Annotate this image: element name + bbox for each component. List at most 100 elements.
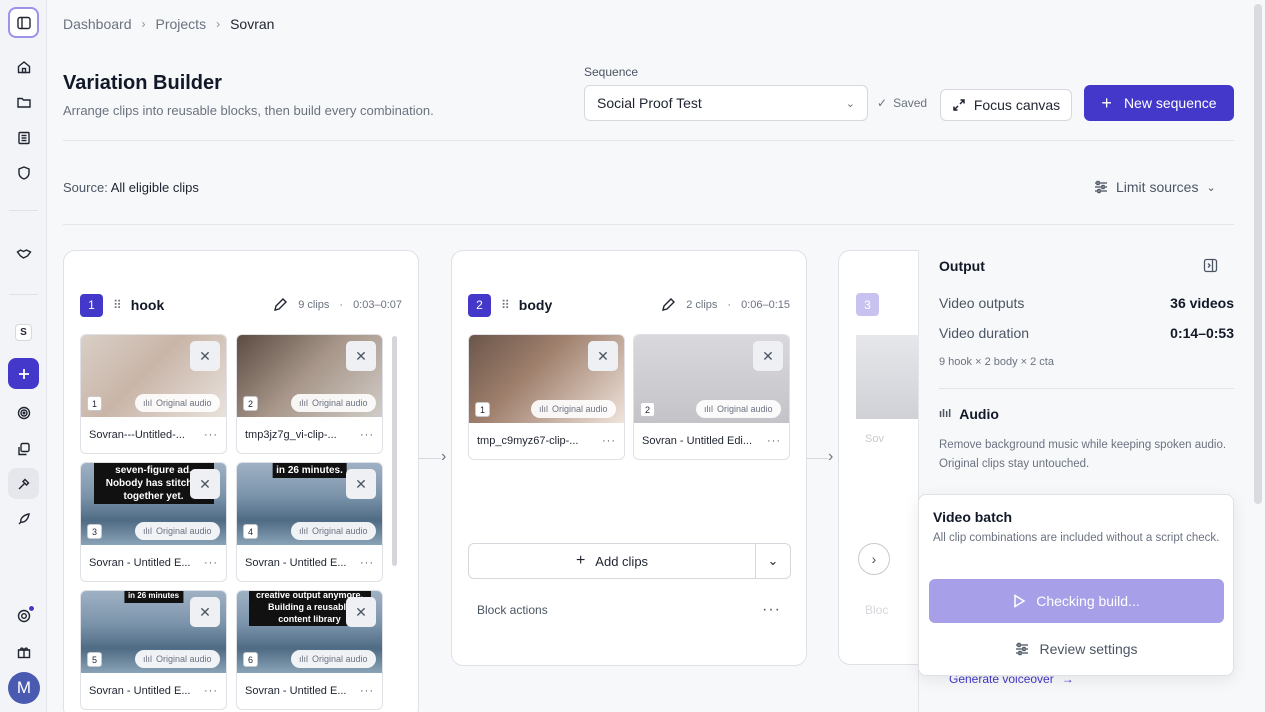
add-clips-button[interactable]: + Add clips — [469, 544, 756, 578]
combination-formula: 9 hook × 2 body × 2 cta — [939, 356, 1054, 368]
audio-badge: ılıl Original audio — [135, 394, 220, 412]
drag-handle-icon[interactable]: ⠿ — [113, 298, 122, 312]
clip-card[interactable]: creative output anymore. Building a reus… — [236, 590, 383, 710]
close-icon[interactable]: ✕ — [346, 597, 376, 627]
clip-card[interactable]: in 26 minutes. ✕ 4 ılıl Original audio So… — [236, 462, 383, 582]
clip-card[interactable]: ✕ 2 ılıl Original audio Sovran - Untitled… — [633, 334, 790, 460]
new-sequence-button[interactable]: + New sequence — [1084, 85, 1234, 121]
more-icon[interactable]: ··· — [360, 685, 374, 697]
clip-name: Sovran - Untitled E... — [89, 557, 191, 569]
home-icon[interactable] — [8, 51, 39, 82]
new-sequence-label: New sequence — [1123, 95, 1217, 111]
library-icon[interactable] — [8, 122, 39, 153]
add-clips-split-button: + Add clips ⌄ — [468, 543, 791, 579]
page-title: Variation Builder — [63, 72, 222, 94]
copy-icon[interactable] — [8, 433, 39, 464]
close-icon[interactable]: ✕ — [190, 469, 220, 499]
close-icon[interactable]: ✕ — [588, 341, 618, 371]
clip-card[interactable]: in 26 minutes ✕ 5 ılıl Original audio Sov… — [80, 590, 227, 710]
block-scrollbar[interactable] — [392, 336, 397, 566]
block-meta: 2 clips · 0:06–0:15 — [660, 297, 790, 313]
clip-count: 9 clips — [298, 299, 330, 311]
chevron-right-icon: › — [141, 17, 146, 31]
page-subtitle: Arrange clips into reusable blocks, then… — [63, 103, 434, 118]
breadcrumb-dashboard[interactable]: Dashboard — [63, 16, 132, 32]
audio-label: Original audio — [312, 526, 368, 536]
check-icon: ✓ — [877, 96, 888, 110]
folder-icon[interactable] — [8, 86, 39, 117]
sidebar-divider — [9, 294, 38, 295]
more-icon[interactable]: ··· — [360, 429, 374, 441]
more-icon[interactable]: ··· — [602, 435, 616, 447]
clip-card[interactable]: ✕ 1 ılıl Original audio tmp_c9myz67-clip-… — [468, 334, 625, 460]
source-divider — [63, 224, 1234, 225]
limit-sources-button[interactable]: Limit sources ⌄ — [1094, 179, 1216, 195]
panel-toggle-icon[interactable] — [8, 7, 39, 38]
clip-footer: Sovran - Untitled E... ··· — [237, 545, 382, 581]
clip-thumbnail: ✕ 1 ılıl Original audio — [81, 335, 226, 417]
pencil-icon[interactable] — [272, 297, 288, 313]
sequence-select[interactable]: Social Proof Test ⌄ — [584, 85, 868, 121]
clip-name: Sovran - Untitled E... — [89, 685, 191, 697]
more-icon[interactable]: ··· — [204, 685, 218, 697]
clip-card[interactable]: ✕ 2 ılıl Original audio tmp3jz7g_vi-clip-… — [236, 334, 383, 454]
shield-icon[interactable] — [8, 157, 39, 188]
target-icon[interactable] — [8, 397, 39, 428]
output-title: Output — [939, 258, 985, 274]
close-icon[interactable]: ✕ — [346, 341, 376, 371]
batch-title: Video batch — [933, 509, 1013, 525]
audio-label: Original audio — [717, 404, 773, 414]
clip-index: 5 — [87, 652, 102, 667]
chevron-down-icon[interactable]: ⌄ — [756, 544, 790, 578]
pencil-icon[interactable] — [660, 297, 676, 313]
handshake-icon[interactable] — [8, 238, 39, 269]
checking-build-button[interactable]: Checking build... — [929, 579, 1224, 623]
close-icon[interactable]: ✕ — [753, 341, 783, 371]
drag-handle-icon[interactable]: ⠿ — [501, 298, 510, 312]
saved-status: ✓ Saved — [877, 96, 927, 110]
sequence-label: Sequence — [584, 65, 639, 79]
chevron-right-icon[interactable]: › — [858, 543, 890, 575]
avatar[interactable]: M — [8, 672, 40, 704]
block-number: 1 — [80, 293, 103, 317]
close-icon[interactable]: ✕ — [190, 341, 220, 371]
close-icon[interactable]: ✕ — [346, 469, 376, 499]
block-actions-label: Bloc — [865, 603, 889, 617]
breadcrumb-projects[interactable]: Projects — [156, 16, 207, 32]
tools-icon[interactable] — [8, 468, 39, 499]
sidebar-divider — [9, 210, 38, 211]
clip-footer: Sovran - Untitled Edi... ··· — [634, 423, 789, 459]
clip-footer: Sovran---Untitled-... ··· — [81, 417, 226, 453]
review-settings-button[interactable]: Review settings — [929, 631, 1224, 667]
clip-name: Sovran - Untitled Edi... — [642, 435, 753, 447]
s-badge[interactable]: S — [8, 317, 39, 348]
collapse-panel-icon[interactable] — [1203, 258, 1218, 278]
block-body: 2 ⠿ body 2 clips · 0:06–0:15 ✕ 1 ılıl Ori… — [451, 250, 807, 666]
plus-icon[interactable] — [8, 358, 39, 389]
audio-description: Remove background music while keeping sp… — [939, 439, 1227, 470]
gift-icon[interactable] — [8, 636, 39, 667]
video-batch-popover: Video batch All clip combinations are in… — [918, 494, 1234, 676]
support-icon[interactable] — [8, 600, 39, 631]
clip-index: 1 — [87, 396, 102, 411]
block-duration: 0:03–0:07 — [353, 299, 402, 311]
audio-badge: ılıl Original audio — [291, 522, 376, 540]
clip-footer: Sovran - Untitled E... ··· — [81, 545, 226, 581]
block-number: 2 — [468, 293, 491, 317]
more-icon[interactable]: ··· — [204, 557, 218, 569]
more-icon[interactable]: ··· — [762, 601, 781, 619]
video-outputs-value: 36 videos — [1170, 295, 1234, 311]
more-icon[interactable]: ··· — [767, 435, 781, 447]
more-icon[interactable]: ··· — [360, 557, 374, 569]
limit-sources-label: Limit sources — [1116, 179, 1199, 195]
page-scrollbar[interactable] — [1254, 4, 1262, 504]
waveform-icon: ılıl — [299, 526, 308, 536]
clip-card[interactable]: seven-figure ad. Nobody has stitch it to… — [80, 462, 227, 582]
rocket-icon[interactable] — [8, 503, 39, 534]
close-icon[interactable]: ✕ — [190, 597, 220, 627]
clip-card[interactable]: ✕ 1 ılıl Original audio Sovran---Untitled… — [80, 334, 227, 454]
more-icon[interactable]: ··· — [204, 429, 218, 441]
waveform-icon: ılıl — [143, 654, 152, 664]
clip-thumbnail: in 26 minutes ✕ 5 ılıl Original audio — [81, 591, 226, 673]
focus-canvas-button[interactable]: Focus canvas — [940, 89, 1072, 121]
